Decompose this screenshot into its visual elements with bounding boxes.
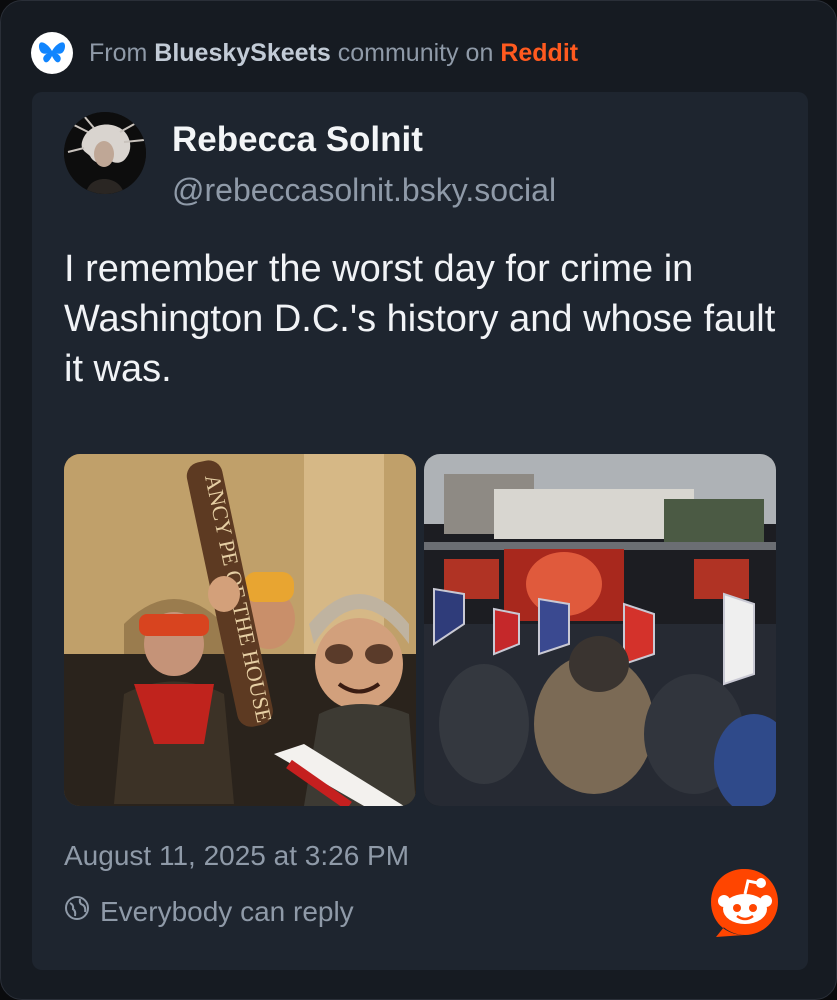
bluesky-butterfly-icon <box>31 32 73 74</box>
reddit-link[interactable]: Reddit <box>500 39 578 67</box>
banner-text: From BlueskySkeets community on Reddit <box>89 39 578 68</box>
banner-middle: community on <box>337 38 494 67</box>
post-timestamp[interactable]: August 11, 2025 at 3:26 PM <box>64 840 409 872</box>
community-link[interactable]: BlueskySkeets <box>154 39 331 67</box>
reply-setting-label: Everybody can reply <box>100 895 354 927</box>
globe-icon <box>64 895 90 928</box>
photo-rally-white-house[interactable] <box>424 454 776 806</box>
post-images: ANCY PE OF THE HOUSE <box>64 454 776 806</box>
avatar[interactable] <box>64 112 146 194</box>
bluesky-post-card[interactable]: Rebecca Solnit @rebeccasolnit.bsky.socia… <box>32 92 808 970</box>
post-text: I remember the worst day for crime in Wa… <box>64 248 776 390</box>
reddit-snoo-icon[interactable] <box>708 867 780 939</box>
author-name[interactable]: Rebecca Solnit <box>172 120 423 160</box>
banner-prefix: From <box>89 38 148 67</box>
screenshot-frame: From BlueskySkeets community on Reddit R… <box>0 0 837 1000</box>
reply-setting: Everybody can reply <box>64 895 354 928</box>
author-handle[interactable]: @rebeccasolnit.bsky.social <box>172 172 556 209</box>
photo-rioters-capitol[interactable]: ANCY PE OF THE HOUSE <box>64 454 416 806</box>
source-banner: From BlueskySkeets community on Reddit <box>31 31 578 75</box>
